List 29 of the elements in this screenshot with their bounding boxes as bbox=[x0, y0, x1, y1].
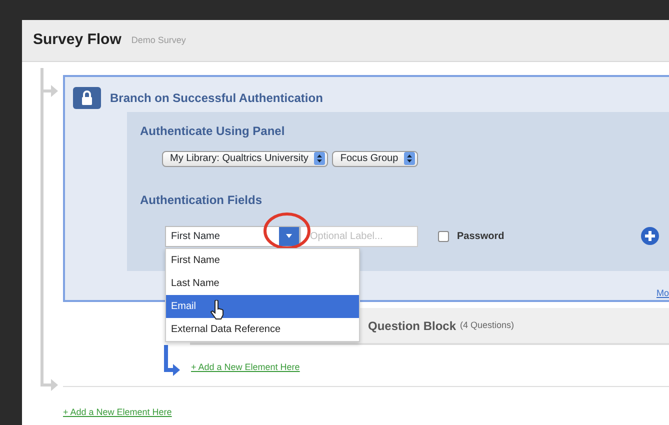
hand-cursor-icon bbox=[210, 300, 226, 320]
add-icon[interactable] bbox=[641, 227, 660, 246]
stepper-icon bbox=[404, 152, 416, 166]
highlight-circle bbox=[262, 211, 312, 251]
lock-icon bbox=[73, 86, 101, 109]
panel-select[interactable]: Focus Group bbox=[332, 150, 418, 167]
panel-select[interactable]: My Library: Qualtrics University bbox=[162, 150, 328, 167]
section-heading: Authenticate Using Panel bbox=[140, 122, 286, 140]
checkbox-label: Password bbox=[457, 230, 504, 244]
block-title: Question Block bbox=[368, 318, 456, 334]
window-title: Survey Flow bbox=[33, 30, 122, 50]
add-element-link[interactable]: + Add a New Element Here bbox=[63, 407, 172, 417]
label-field[interactable]: Optional Label... bbox=[300, 226, 418, 247]
question-count: (4 Questions) bbox=[460, 318, 514, 332]
dropdown-option[interactable]: External Data Reference bbox=[166, 318, 359, 341]
section-heading: Authentication Fields bbox=[140, 192, 264, 209]
dropdown-option[interactable]: Last Name bbox=[166, 272, 359, 295]
more-link[interactable]: Mo bbox=[656, 286, 669, 300]
dropdown-button[interactable] bbox=[279, 226, 299, 246]
branch-arrow-icon bbox=[163, 345, 181, 376]
dropdown-option[interactable]: Email bbox=[166, 294, 359, 318]
add-element-link[interactable]: + Add a New Element Here bbox=[191, 360, 300, 374]
select-value: First Name bbox=[171, 230, 220, 244]
stepper-icon bbox=[314, 152, 326, 166]
dropdown-option[interactable]: First Name bbox=[166, 248, 359, 272]
password-checkbox[interactable] bbox=[438, 230, 449, 242]
survey-name: Demo Survey bbox=[131, 34, 186, 47]
branch-title: Branch on Successful Authentication bbox=[110, 90, 323, 107]
caret-icon bbox=[286, 234, 292, 238]
